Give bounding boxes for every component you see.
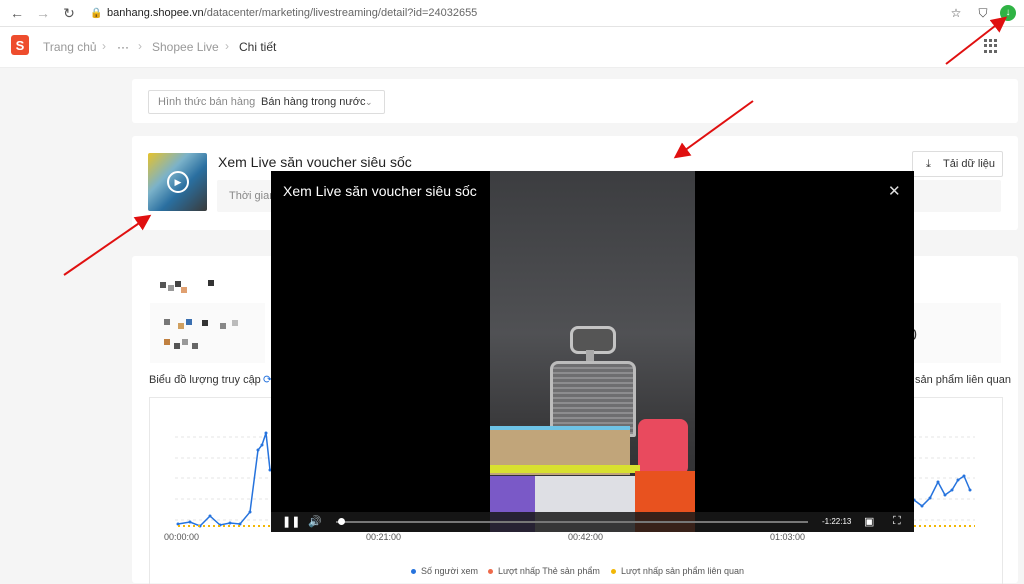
series-point xyxy=(936,480,940,484)
series-point xyxy=(248,510,252,514)
legend-item[interactable]: Lượt nhấp sản phẩm liên quan xyxy=(611,566,744,576)
scene-strip xyxy=(490,465,640,473)
series-point xyxy=(228,521,232,525)
series-point xyxy=(950,488,954,492)
x-tick-label: 01:03:00 xyxy=(770,532,806,542)
scene-pink-roll xyxy=(638,419,688,475)
series-point xyxy=(188,520,192,524)
video-frame[interactable] xyxy=(490,171,695,532)
series-point xyxy=(968,488,972,492)
series-line xyxy=(913,474,971,507)
x-tick-label: 00:42:00 xyxy=(568,532,604,542)
series-line xyxy=(177,432,271,527)
series-point xyxy=(264,431,268,435)
series-point xyxy=(962,474,966,478)
x-tick-label: 00:00:00 xyxy=(164,532,200,542)
fullscreen-icon[interactable]: ⛶ xyxy=(893,515,901,528)
progress-track[interactable] xyxy=(336,521,808,523)
legend-label: Số người xem xyxy=(421,566,478,576)
series-point xyxy=(920,504,924,508)
video-player-modal[interactable]: Xem Live săn voucher siêu sốc ✕ ❚❚ 🔊 -1:… xyxy=(271,171,914,532)
picture-in-picture-icon[interactable]: ▣ xyxy=(864,515,874,528)
series-point xyxy=(208,514,212,518)
legend-item[interactable]: Số người xem xyxy=(411,566,478,576)
pause-icon[interactable]: ❚❚ xyxy=(282,515,300,528)
progress-knob[interactable] xyxy=(337,518,345,525)
x-tick-label: 00:21:00 xyxy=(366,532,402,542)
time-remaining: -1:22:13 xyxy=(822,517,852,526)
series-point xyxy=(928,496,932,500)
volume-icon[interactable]: 🔊 xyxy=(308,515,322,528)
legend-label: Lượt nhấp Thẻ sản phẩm xyxy=(498,566,600,576)
series-point xyxy=(956,478,960,482)
series-point xyxy=(943,493,947,497)
series-point xyxy=(256,448,260,452)
close-icon[interactable]: ✕ xyxy=(888,182,901,200)
video-controls: ❚❚ 🔊 -1:22:13 ▣ ⛶ xyxy=(271,512,914,532)
series-point xyxy=(260,443,264,447)
legend-item[interactable]: Lượt nhấp Thẻ sản phẩm xyxy=(488,566,600,576)
legend-label: Lượt nhấp sản phẩm liên quan xyxy=(621,566,745,576)
video-title: Xem Live săn voucher siêu sốc xyxy=(283,183,477,199)
